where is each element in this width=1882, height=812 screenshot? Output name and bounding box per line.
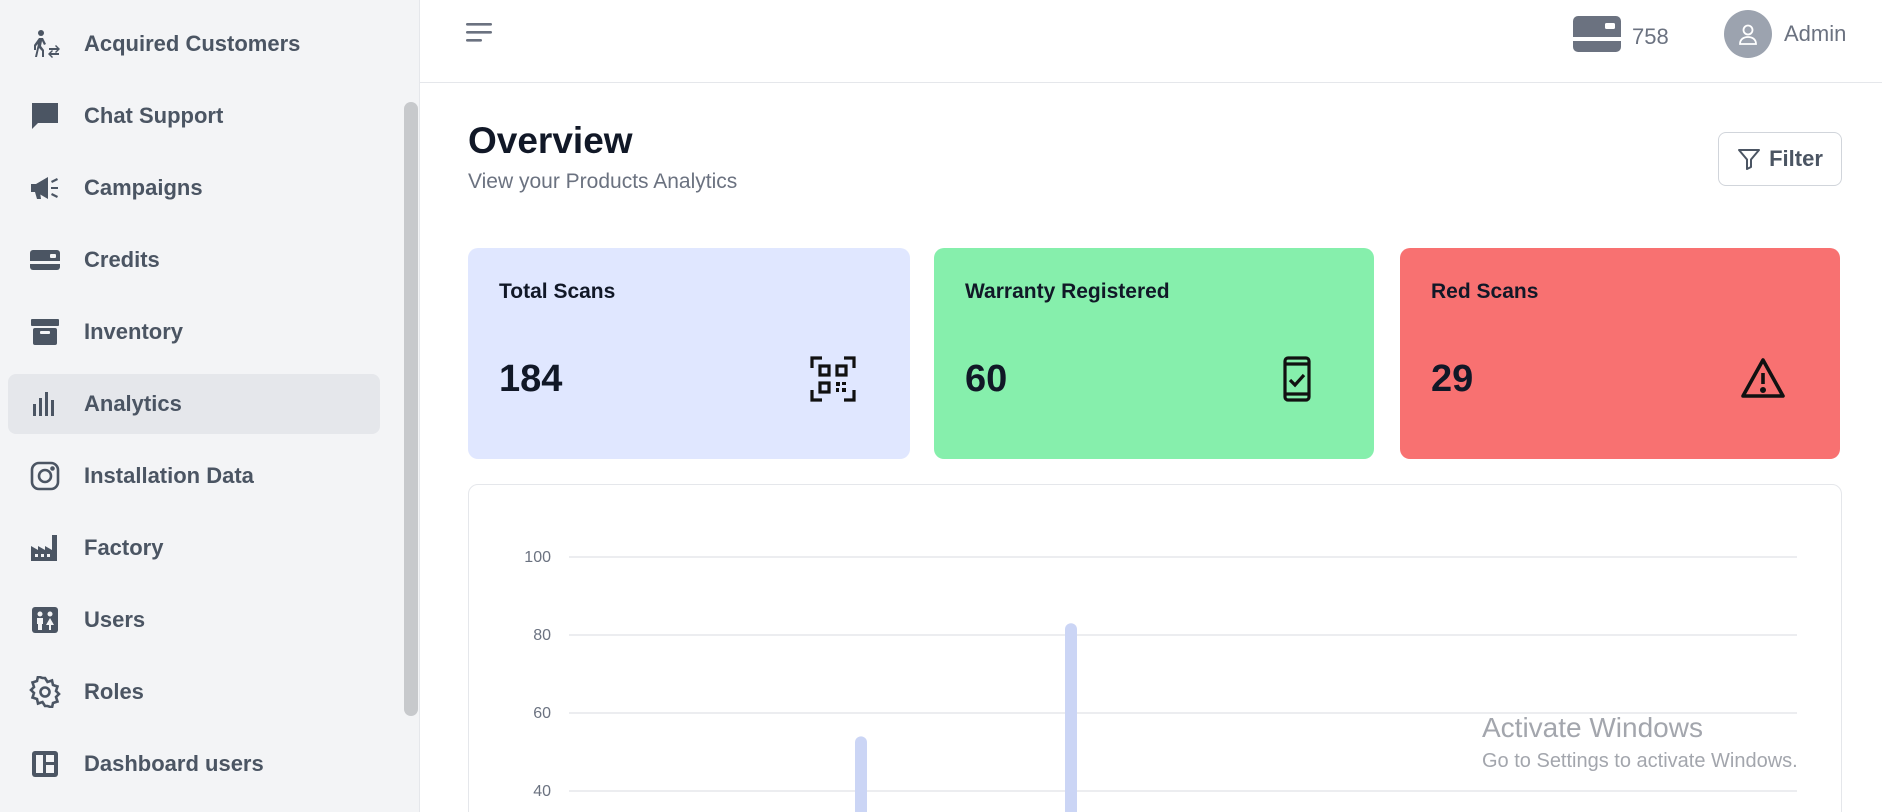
bar-chart-icon [28,387,62,421]
sidebar-item-label: Users [84,607,146,632]
credit-card-icon [28,243,62,277]
filter-label: Filter [1769,146,1823,171]
stat-card-total-scans: Total Scans 184 [468,248,910,459]
person-transfer-icon [28,27,62,61]
page-subtitle: View your Products Analytics [468,170,738,193]
credits-indicator[interactable]: 758 [1572,14,1669,59]
sidebar-item-label: Roles [84,679,144,704]
sidebar-nav: Acquired Customers Chat Support Campaign… [8,14,380,806]
sidebar-item-roles[interactable]: Roles [8,662,380,722]
qr-code-icon [810,356,856,402]
y-tick-label: 100 [524,549,551,566]
sidebar-item-label: Installation Data [84,463,254,488]
card-title: Red Scans [1431,280,1539,303]
stat-card-warranty-registered: Warranty Registered 60 [934,248,1374,459]
page-title: Overview [468,120,633,161]
filter-icon [1738,149,1761,170]
sidebar-item-label: Credits [84,247,160,272]
sidebar-item-label: Analytics [84,391,182,416]
archive-box-icon [28,315,62,349]
sidebar-item-credits[interactable]: Credits [8,230,380,290]
users-icon [28,603,62,637]
sidebar-item-label: Dashboard users [84,751,264,776]
card-value: 60 [965,358,1008,400]
chart-bar[interactable] [1065,623,1077,812]
sidebar-item-chat-support[interactable]: Chat Support [8,86,380,146]
mobile-check-icon [1274,356,1320,402]
y-tick-label: 60 [533,705,551,722]
factory-icon [28,531,62,565]
sidebar-item-label: Chat Support [84,103,224,128]
sidebar: Acquired Customers Chat Support Campaign… [0,0,420,812]
sidebar-item-dashboard-users[interactable]: Dashboard users [8,734,380,794]
avatar [1724,10,1772,58]
megaphone-icon [28,171,62,205]
bar-chart: 100 80 60 40 [524,549,1797,812]
sidebar-item-label: Campaigns [84,175,203,200]
hamburger-menu-icon[interactable] [464,18,498,48]
card-title: Total Scans [499,280,616,303]
credits-count: 758 [1632,23,1669,49]
warning-triangle-icon [1740,356,1786,402]
credit-card-icon [1572,14,1622,59]
user-name: Admin [1784,21,1847,46]
sidebar-item-analytics[interactable]: Analytics [8,374,380,434]
sidebar-item-factory[interactable]: Factory [8,518,380,578]
analytics-chart: 100 80 60 40 [468,484,1842,812]
chat-bubble-icon [28,99,62,133]
sidebar-item-inventory[interactable]: Inventory [8,302,380,362]
dashboard-icon [28,747,62,781]
stat-card-red-scans: Red Scans 29 [1400,248,1840,459]
sidebar-scrollbar[interactable] [404,102,418,716]
sidebar-item-campaigns[interactable]: Campaigns [8,158,380,218]
user-menu[interactable]: Admin [1724,10,1846,58]
top-bar: 758 Admin [420,0,1882,83]
sidebar-item-users[interactable]: Users [8,590,380,650]
gear-icon [28,675,62,709]
card-title: Warranty Registered [965,280,1170,303]
sidebar-item-acquired-customers[interactable]: Acquired Customers [8,14,380,74]
sidebar-item-label: Factory [84,535,164,560]
user-icon [1739,24,1757,45]
chart-bar[interactable] [855,736,867,812]
card-value: 184 [499,358,563,400]
filter-button[interactable]: Filter [1718,132,1842,186]
instagram-icon [28,459,62,493]
y-tick-label: 80 [533,627,551,644]
card-value: 29 [1431,358,1474,400]
sidebar-item-label: Inventory [84,319,184,344]
sidebar-item-label: Acquired Customers [84,31,301,56]
sidebar-item-installation-data[interactable]: Installation Data [8,446,380,506]
y-tick-label: 40 [533,783,551,800]
